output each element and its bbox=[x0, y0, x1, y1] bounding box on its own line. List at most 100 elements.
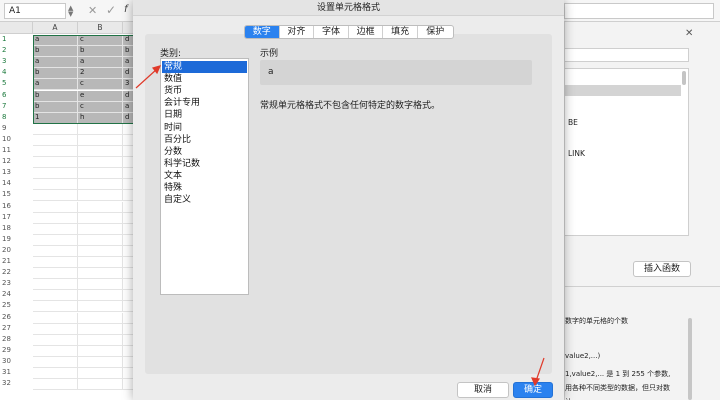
row-header[interactable]: 5 bbox=[0, 79, 33, 88]
row-header[interactable]: 21 bbox=[0, 257, 33, 266]
table-cell[interactable] bbox=[78, 168, 123, 180]
row-header[interactable]: 19 bbox=[0, 235, 33, 244]
insert-function-icon[interactable]: f bbox=[124, 4, 128, 15]
row-header[interactable]: 1 bbox=[0, 35, 33, 44]
row-header[interactable]: 3 bbox=[0, 57, 33, 66]
table-cell[interactable] bbox=[33, 268, 78, 280]
row-header[interactable]: 29 bbox=[0, 346, 33, 355]
name-box[interactable]: A1 bbox=[4, 3, 66, 19]
table-cell[interactable] bbox=[78, 301, 123, 313]
table-cell[interactable] bbox=[78, 345, 123, 357]
column-header[interactable]: B bbox=[78, 22, 123, 34]
table-cell[interactable] bbox=[78, 146, 123, 158]
table-cell[interactable] bbox=[78, 268, 123, 280]
category-item[interactable]: 数值 bbox=[162, 73, 247, 85]
row-header[interactable]: 32 bbox=[0, 379, 33, 388]
row-header[interactable]: 9 bbox=[0, 124, 33, 133]
table-cell[interactable] bbox=[78, 290, 123, 302]
table-cell[interactable] bbox=[78, 234, 123, 246]
select-all-corner[interactable] bbox=[0, 22, 33, 34]
table-cell[interactable]: b bbox=[33, 68, 78, 80]
table-cell[interactable] bbox=[33, 134, 78, 146]
category-item[interactable]: 自定义 bbox=[162, 194, 247, 206]
table-cell[interactable] bbox=[78, 257, 123, 269]
table-cell[interactable] bbox=[78, 356, 123, 368]
row-header[interactable]: 26 bbox=[0, 313, 33, 322]
category-item[interactable]: 日期 bbox=[162, 109, 247, 121]
table-cell[interactable] bbox=[33, 245, 78, 257]
table-cell[interactable] bbox=[33, 290, 78, 302]
row-header[interactable]: 24 bbox=[0, 290, 33, 299]
table-cell[interactable] bbox=[33, 323, 78, 335]
table-cell[interactable] bbox=[33, 201, 78, 213]
table-cell[interactable] bbox=[33, 257, 78, 269]
table-cell[interactable] bbox=[33, 379, 78, 391]
row-header[interactable]: 14 bbox=[0, 179, 33, 188]
table-cell[interactable]: c bbox=[78, 35, 123, 47]
table-cell[interactable] bbox=[33, 312, 78, 324]
table-cell[interactable]: a bbox=[33, 79, 78, 91]
table-cell[interactable] bbox=[78, 334, 123, 346]
tab-number[interactable]: 数字 bbox=[245, 26, 280, 38]
category-item[interactable]: 特殊 bbox=[162, 182, 247, 194]
table-cell[interactable]: h bbox=[78, 112, 123, 124]
row-header[interactable]: 30 bbox=[0, 357, 33, 366]
description-scrollbar[interactable] bbox=[688, 318, 692, 400]
table-cell[interactable] bbox=[33, 356, 78, 368]
ok-button[interactable]: 确定 bbox=[513, 382, 553, 398]
table-cell[interactable] bbox=[33, 190, 78, 202]
table-cell[interactable]: c bbox=[78, 79, 123, 91]
category-item[interactable]: 文本 bbox=[162, 170, 247, 182]
table-cell[interactable] bbox=[33, 212, 78, 224]
row-header[interactable]: 6 bbox=[0, 91, 33, 100]
table-cell[interactable] bbox=[33, 301, 78, 313]
tab-alignment[interactable]: 对齐 bbox=[280, 26, 315, 38]
table-cell[interactable]: e bbox=[78, 90, 123, 102]
table-cell[interactable] bbox=[78, 212, 123, 224]
function-search-input[interactable] bbox=[565, 48, 689, 62]
row-header[interactable]: 17 bbox=[0, 213, 33, 222]
table-cell[interactable] bbox=[78, 179, 123, 191]
row-header[interactable]: 20 bbox=[0, 246, 33, 255]
function-list-item[interactable]: BE bbox=[568, 118, 578, 127]
table-cell[interactable] bbox=[78, 201, 123, 213]
table-cell[interactable] bbox=[78, 157, 123, 169]
tab-fill[interactable]: 填充 bbox=[383, 26, 418, 38]
category-item[interactable]: 时间 bbox=[162, 122, 247, 134]
table-cell[interactable]: b bbox=[78, 46, 123, 58]
function-list-item[interactable]: LINK bbox=[568, 149, 585, 158]
row-header[interactable]: 4 bbox=[0, 68, 33, 77]
column-header[interactable]: A bbox=[33, 22, 78, 34]
table-cell[interactable] bbox=[33, 179, 78, 191]
table-cell[interactable] bbox=[33, 168, 78, 180]
row-header[interactable]: 27 bbox=[0, 324, 33, 333]
row-header[interactable]: 25 bbox=[0, 301, 33, 310]
category-item[interactable]: 科学记数 bbox=[162, 158, 247, 170]
table-cell[interactable]: b bbox=[33, 90, 78, 102]
category-item[interactable]: 百分比 bbox=[162, 134, 247, 146]
table-cell[interactable]: b bbox=[33, 46, 78, 58]
cancel-edit-icon[interactable]: ✕ bbox=[88, 4, 97, 17]
spreadsheet-grid[interactable]: A B 1 a c d 2 b b b 3 a a a 4 b 2 d 5 a c 3 6 b e d 7 b c a 8 1 h d 9 10 11 1… bbox=[0, 22, 140, 400]
confirm-edit-icon[interactable]: ✓ bbox=[106, 3, 116, 17]
category-item[interactable]: 货币 bbox=[162, 85, 247, 97]
table-cell[interactable] bbox=[33, 146, 78, 158]
table-cell[interactable] bbox=[33, 157, 78, 169]
table-cell[interactable]: 2 bbox=[78, 68, 123, 80]
row-header[interactable]: 18 bbox=[0, 224, 33, 233]
category-item[interactable]: 常规 bbox=[162, 61, 247, 73]
function-list-scrollbar[interactable] bbox=[682, 71, 686, 85]
table-cell[interactable] bbox=[78, 279, 123, 291]
category-list[interactable]: 常规 数值 货币 会计专用 日期 时间 百分比 分数 科学记数 文本 特殊 自定义 bbox=[160, 58, 249, 295]
row-header[interactable]: 7 bbox=[0, 102, 33, 111]
category-item[interactable]: 会计专用 bbox=[162, 97, 247, 109]
table-cell[interactable] bbox=[33, 345, 78, 357]
tab-protection[interactable]: 保护 bbox=[418, 26, 453, 38]
table-cell[interactable] bbox=[78, 245, 123, 257]
table-cell[interactable] bbox=[33, 234, 78, 246]
cancel-button[interactable]: 取消 bbox=[457, 382, 509, 398]
row-header[interactable]: 28 bbox=[0, 335, 33, 344]
table-cell[interactable]: a bbox=[33, 57, 78, 69]
table-cell[interactable] bbox=[78, 190, 123, 202]
row-header[interactable]: 31 bbox=[0, 368, 33, 377]
